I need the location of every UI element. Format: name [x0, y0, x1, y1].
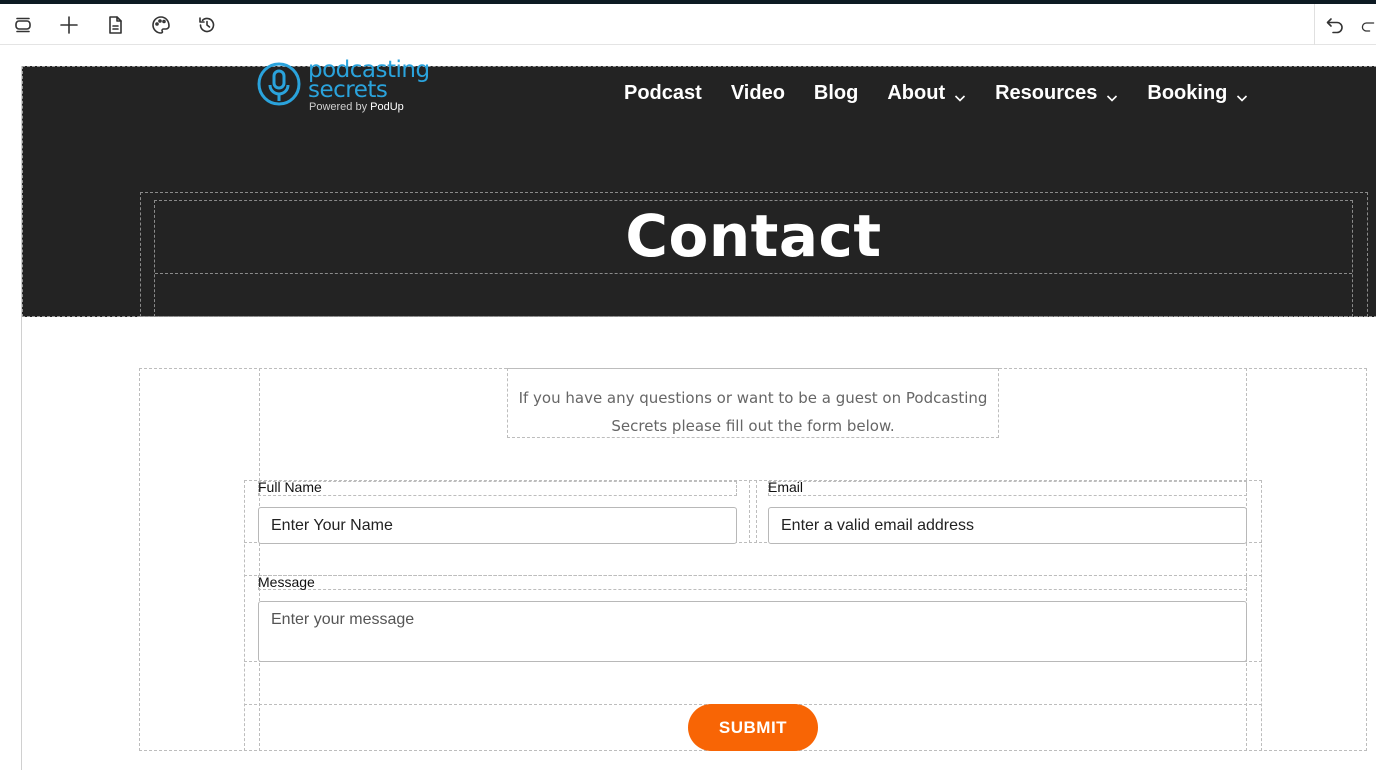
- nav-label: Resources: [995, 81, 1098, 104]
- microphone-logo-icon: [257, 62, 301, 106]
- logo-tagline-prefix: Powered by: [309, 101, 371, 113]
- nav-label: Video: [730, 81, 785, 104]
- site-logo[interactable]: podcasting secrets Powered by PodUp: [256, 57, 456, 129]
- layers-icon[interactable]: [11, 13, 35, 37]
- main-nav: Podcast Video Blog About Resources Booki…: [624, 80, 1248, 106]
- message-textarea[interactable]: [258, 601, 1247, 662]
- nav-label: Blog: [813, 81, 859, 104]
- nav-label: About: [887, 81, 946, 104]
- nav-video[interactable]: Video: [731, 82, 785, 105]
- nav-resources[interactable]: Resources: [995, 82, 1118, 105]
- full-name-input[interactable]: [258, 507, 737, 544]
- intro-text[interactable]: If you have any questions or want to be …: [507, 384, 999, 440]
- label-outline: [768, 481, 1247, 496]
- chevron-down-icon: [1236, 87, 1248, 102]
- nav-label: Podcast: [624, 81, 702, 104]
- email-label: Email: [768, 479, 804, 495]
- email-input[interactable]: [768, 507, 1247, 544]
- logo-tagline-brand: PodUp: [370, 101, 404, 113]
- nav-about[interactable]: About: [887, 82, 966, 105]
- submit-button[interactable]: SUBMIT: [688, 704, 818, 751]
- label-outline: [258, 481, 737, 496]
- nav-label: Booking: [1147, 81, 1228, 104]
- editor-toolbar: [0, 4, 1376, 45]
- form-column-divider: [749, 480, 757, 543]
- page-title[interactable]: Contact: [23, 202, 1376, 270]
- editor-canvas: podcasting secrets Powered by PodUp Podc…: [21, 57, 1376, 770]
- chevron-down-icon: [954, 87, 966, 102]
- toolbar-separator: [1314, 4, 1315, 45]
- label-outline: [258, 575, 1247, 590]
- nav-booking[interactable]: Booking: [1147, 82, 1248, 105]
- redo-icon[interactable]: [1360, 13, 1376, 37]
- logo-tagline: Powered by PodUp: [309, 101, 404, 113]
- palette-icon[interactable]: [149, 13, 173, 37]
- nav-podcast[interactable]: Podcast: [624, 82, 702, 105]
- nav-blog[interactable]: Blog: [814, 82, 858, 105]
- site-header[interactable]: podcasting secrets Powered by PodUp Podc…: [22, 57, 1376, 317]
- undo-icon[interactable]: [1323, 13, 1347, 37]
- chevron-down-icon: [1106, 87, 1118, 102]
- page-icon[interactable]: [103, 13, 127, 37]
- logo-text-line2: secrets: [308, 77, 388, 103]
- full-name-label: Full Name: [258, 479, 322, 495]
- history-icon[interactable]: [195, 13, 219, 37]
- message-label: Message: [258, 574, 315, 590]
- add-icon[interactable]: [57, 13, 81, 37]
